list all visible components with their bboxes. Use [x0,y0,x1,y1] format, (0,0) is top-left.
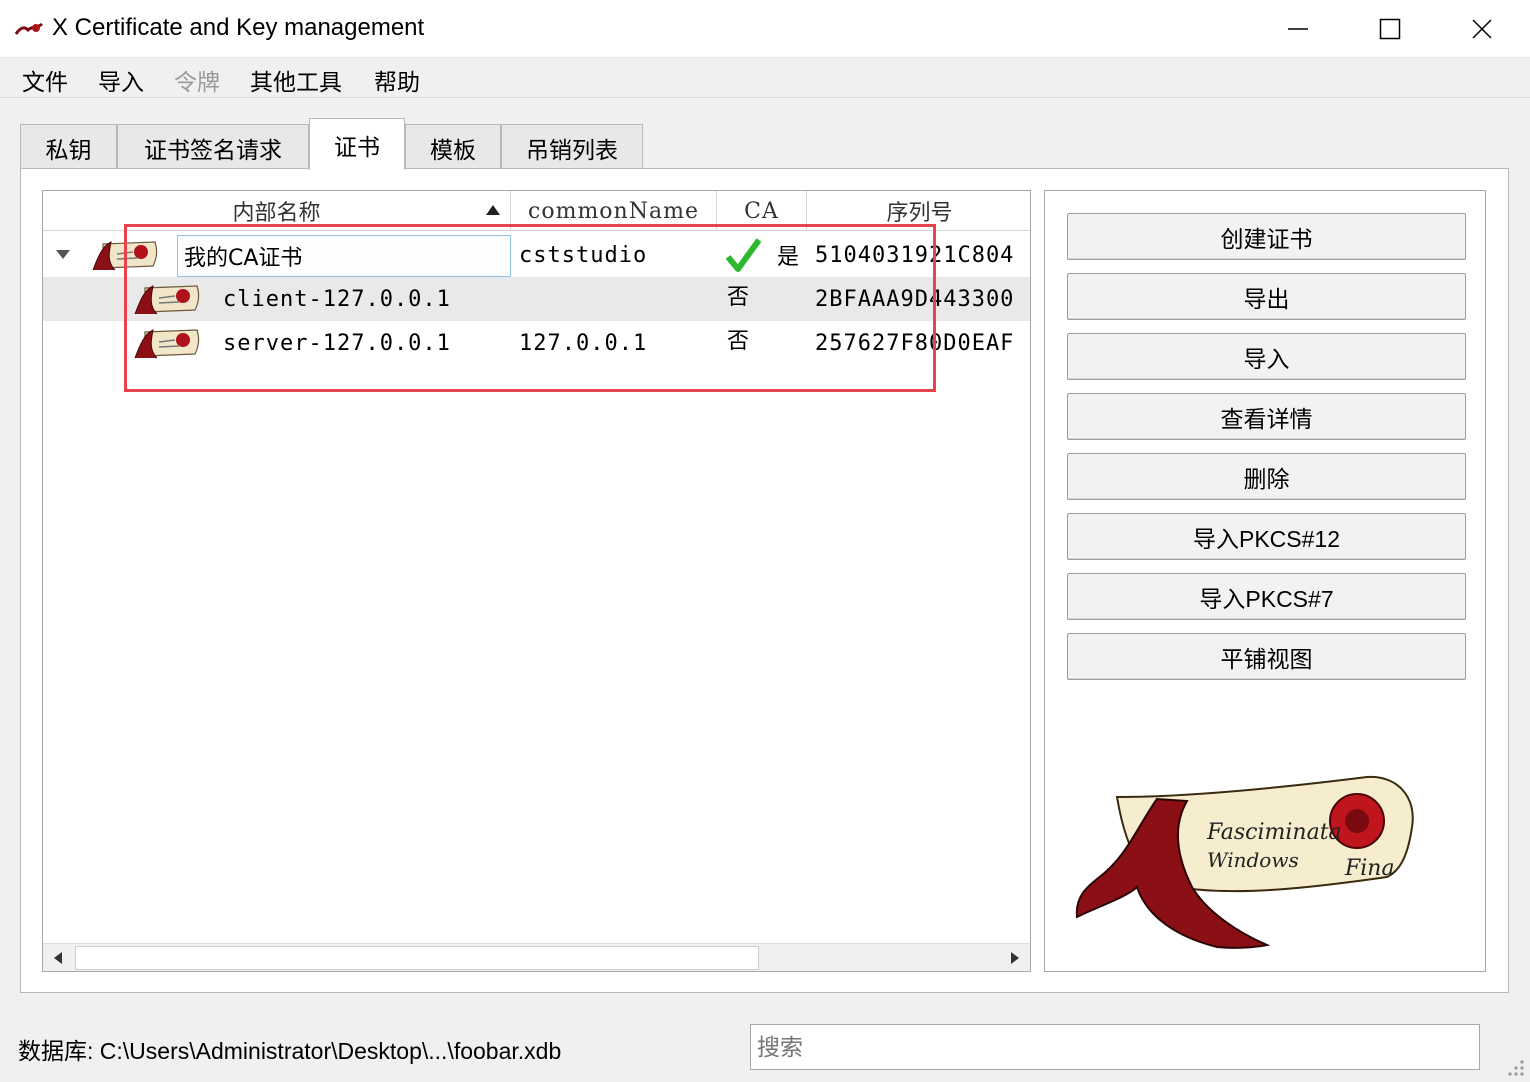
menu-token[interactable]: 令牌 [172,63,222,97]
menu-other-tools[interactable]: 其他工具 [248,63,344,97]
serial-cell: 257627F80D0EAF [815,330,1015,356]
tab-private-keys[interactable]: 私钥 [20,124,117,170]
maximize-button[interactable] [1344,0,1436,58]
menu-bar: 文件 导入 令牌 其他工具 帮助 [0,58,1530,98]
column-header-internal-name[interactable]: 内部名称 [43,191,511,231]
logo-text: Fina [1344,856,1395,881]
view-details-button[interactable]: 查看详情 [1067,393,1466,440]
close-button[interactable] [1436,0,1528,58]
column-header-serial[interactable]: 序列号 [807,191,1030,231]
tab-certificates[interactable]: 证书 [309,118,405,170]
column-label: 序列号 [886,201,953,226]
database-path-label: 数据库: C:\Users\Administrator\Desktop\...\… [18,1038,562,1064]
internal-name-edit-field[interactable]: 我的CA证书 [177,235,511,277]
menu-help[interactable]: 帮助 [372,63,422,97]
table-header: 内部名称 commonName CA 序列号 [43,191,1030,231]
ca-cell: 否 [727,285,750,310]
internal-name-cell: server-127.0.0.1 [223,330,451,356]
import-pkcs7-button[interactable]: 导入PKCS#7 [1067,573,1466,620]
sort-ascending-icon [486,205,500,215]
maximize-icon [1379,18,1401,40]
actions-panel: 创建证书 导出 导入 查看详情 删除 导入PKCS#12 导入PKCS#7 平铺… [1044,190,1486,972]
table-row[interactable]: server-127.0.0.1 127.0.0.1 否 257627F80D0… [43,321,1030,365]
checkmark-icon [725,238,761,272]
column-label: commonName [528,198,699,224]
scrollbar-thumb[interactable] [75,946,759,970]
import-pkcs12-button[interactable]: 导入PKCS#12 [1067,513,1466,560]
export-button[interactable]: 导出 [1067,273,1466,320]
common-name-cell: 127.0.0.1 [519,330,648,356]
search-input[interactable] [750,1024,1480,1070]
logo-text: Windows [1207,848,1299,872]
tab-revocation-lists[interactable]: 吊销列表 [501,124,643,170]
delete-button[interactable]: 删除 [1067,453,1466,500]
collapse-arrow-icon[interactable] [55,249,71,261]
scroll-left-icon [54,952,62,964]
column-label: 内部名称 [232,201,321,226]
certificate-icon [134,285,200,315]
title-bar: X Certificate and Key management [0,0,1530,58]
horizontal-scrollbar[interactable] [43,943,1030,971]
app-icon [14,22,44,35]
serial-cell: 2BFAAA9D443300 [815,286,1015,312]
app-logo-scroll: Fasciminata Windows Fina [1075,775,1414,949]
tab-csr[interactable]: 证书签名请求 [117,124,309,170]
certificate-icon [134,329,200,359]
scroll-right-icon [1011,952,1019,964]
scroll-right-button[interactable] [1000,944,1030,971]
tab-templates[interactable]: 模板 [405,124,501,170]
minimize-button[interactable] [1252,0,1344,58]
certificate-icon [92,241,158,271]
tile-view-button[interactable]: 平铺视图 [1067,633,1466,680]
table-row[interactable]: client-127.0.0.1 否 2BFAAA9D443300 [43,277,1030,321]
column-header-common-name[interactable]: commonName [511,191,717,231]
common-name-cell: cststudio [519,242,648,268]
menu-file[interactable]: 文件 [20,63,70,97]
import-button[interactable]: 导入 [1067,333,1466,380]
serial-cell: 5104031921C804 [815,242,1015,268]
column-label: CA [744,198,779,224]
ca-cell: 是 [777,245,800,270]
close-icon [1472,19,1492,39]
scroll-left-button[interactable] [43,944,73,971]
table-row[interactable]: 我的CA证书 cststudio 是 5104031921C804 [43,233,1030,277]
certificate-tree[interactable]: 内部名称 commonName CA 序列号 我的CA证书 cststudio … [42,190,1031,972]
column-header-ca[interactable]: CA [717,191,807,231]
window-title: X Certificate and Key management [52,14,425,41]
logo-text: Fasciminata [1206,820,1342,845]
ca-cell: 否 [727,329,750,354]
internal-name-cell: client-127.0.0.1 [223,286,451,312]
menu-import[interactable]: 导入 [96,63,146,97]
minimize-icon [1288,28,1308,30]
resize-grip-icon[interactable] [1500,1052,1526,1078]
create-certificate-button[interactable]: 创建证书 [1067,213,1466,260]
